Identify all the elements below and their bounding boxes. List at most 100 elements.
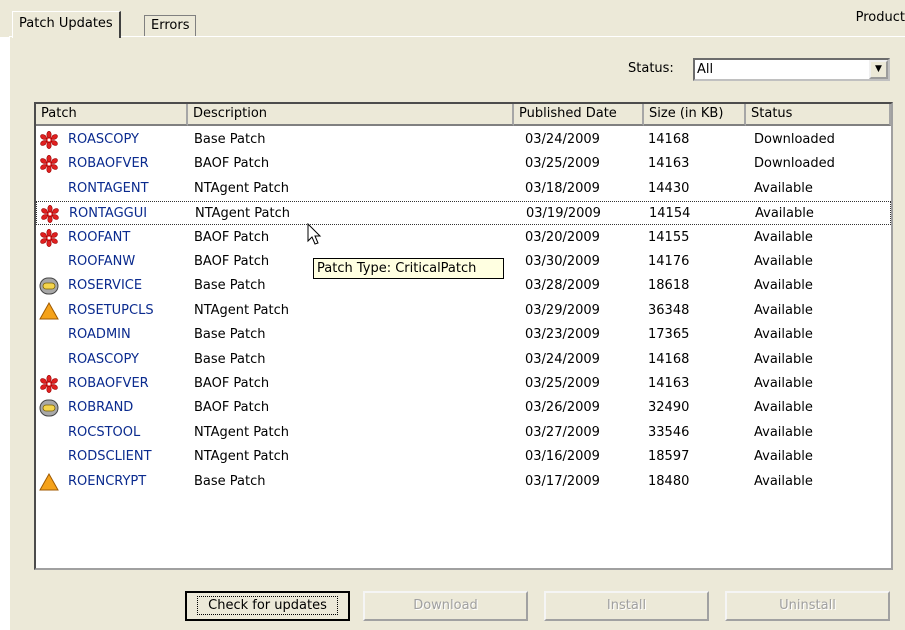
patch-list[interactable]: Patch Description Published Date Size (i… <box>34 102 893 570</box>
description-cell: NTAgent Patch <box>194 180 289 196</box>
patch-name-cell: RODSCLIENT <box>68 449 152 465</box>
published-date-cell: 03/24/2009 <box>525 132 600 147</box>
column-header-description[interactable]: Description <box>188 104 514 126</box>
patch-name-cell: ROOFANT <box>68 229 131 245</box>
table-row[interactable]: ROBAOFVER BAOF Patch 03/25/2009 14163 Downlo… <box>36 152 891 176</box>
patch-name-cell: ROCSTOOL <box>68 424 141 440</box>
published-date-cell: 03/16/2009 <box>525 449 600 465</box>
status-cell: Available <box>754 400 813 416</box>
column-header-patch[interactable]: Patch <box>36 104 188 126</box>
uninstall-button[interactable]: Uninstall <box>725 591 890 621</box>
description-cell: BAOF Patch <box>194 156 270 172</box>
critical-icon <box>39 130 59 150</box>
patch-name-cell: ROBAOFVER <box>68 156 149 172</box>
size-cell: 18597 <box>648 449 690 465</box>
description-cell: Base Patch <box>194 473 266 489</box>
table-row[interactable]: RONTAGGUI NTAgent Patch 03/19/2009 14154 Ava… <box>36 201 891 226</box>
size-cell: 36348 <box>648 302 690 318</box>
patch-type-tooltip: Patch Type: CriticalPatch <box>313 258 504 279</box>
chevron-down-icon[interactable]: ▼ <box>869 60 888 79</box>
column-header-status[interactable]: Status <box>746 104 891 126</box>
patch-name-cell: ROSERVICE <box>68 278 143 294</box>
status-cell: Available <box>754 229 813 245</box>
table-row[interactable]: RONTAGENT NTAgent Patch 03/18/2009 14430 Ava… <box>36 177 891 201</box>
patch-name-cell: ROBRAND <box>68 400 134 416</box>
patch-name-cell: ROADMIN <box>68 327 131 343</box>
status-cell: Available <box>754 473 813 489</box>
size-cell: 18618 <box>648 278 690 294</box>
warning-icon <box>39 301 59 320</box>
patch-name-cell: ROSETUPCLS <box>68 302 154 318</box>
product-label: Product <box>855 10 905 25</box>
status-filter-label: Status: <box>628 61 674 76</box>
status-cell: Available <box>754 424 813 440</box>
critical-icon <box>39 155 59 174</box>
description-cell: BAOF Patch <box>194 376 270 391</box>
table-row[interactable]: ROCSTOOL NTAgent Patch 03/27/2009 33546 Avai… <box>36 421 891 445</box>
patch-name-cell: ROOFANW <box>68 254 136 269</box>
optional-icon <box>39 277 59 295</box>
table-row[interactable]: ROENCRYPT Base Patch 03/17/2009 18480 Availa… <box>36 470 891 494</box>
table-row[interactable]: ROOFANT BAOF Patch 03/20/2009 14155 Availabl… <box>36 226 891 250</box>
patch-name-cell: ROENCRYPT <box>68 473 147 489</box>
description-cell: NTAgent Patch <box>194 302 289 318</box>
size-cell: 14168 <box>648 351 690 367</box>
status-cell: Available <box>754 180 813 196</box>
mouse-pointer-icon <box>307 223 322 245</box>
size-cell: 14430 <box>648 180 690 196</box>
column-header-published-date[interactable]: Published Date <box>514 104 644 126</box>
description-cell: NTAgent Patch <box>194 424 289 440</box>
size-cell: 14163 <box>648 156 690 172</box>
status-cell: Available <box>754 449 813 465</box>
description-cell: Base Patch <box>194 278 266 294</box>
status-cell: Available <box>754 376 813 391</box>
status-cell: Available <box>755 206 814 222</box>
table-row[interactable]: ROASCOPY Base Patch 03/24/2009 14168 Downloa… <box>36 128 891 152</box>
patch-name-cell: RONTAGGUI <box>69 206 148 222</box>
table-row[interactable]: ROBAOFVER BAOF Patch 03/25/2009 14163 Availa… <box>36 372 891 396</box>
patch-name-cell: ROASCOPY <box>68 351 139 367</box>
size-cell: 14154 <box>649 206 691 222</box>
tab-patch-updates[interactable]: Patch Updates <box>12 11 121 38</box>
description-cell: NTAgent Patch <box>194 449 289 465</box>
download-button[interactable]: Download <box>363 591 528 621</box>
size-cell: 17365 <box>648 327 690 343</box>
tab-strip <box>0 0 905 37</box>
table-row[interactable]: ROSETUPCLS NTAgent Patch 03/29/2009 36348 Av… <box>36 299 891 323</box>
critical-icon <box>39 228 59 247</box>
critical-icon <box>39 374 59 394</box>
table-row[interactable]: ROBRAND BAOF Patch 03/26/2009 32490 Availabl… <box>36 396 891 420</box>
published-date-cell: 03/30/2009 <box>525 254 600 269</box>
published-date-cell: 03/24/2009 <box>525 351 600 367</box>
check-for-updates-button[interactable]: Check for updates <box>185 591 350 621</box>
status-cell: Available <box>754 302 813 318</box>
published-date-cell: 03/27/2009 <box>525 424 600 440</box>
table-row[interactable]: ROADMIN Base Patch 03/23/2009 17365 Availabl… <box>36 323 891 347</box>
published-date-cell: 03/18/2009 <box>525 180 600 196</box>
published-date-cell: 03/17/2009 <box>525 473 600 489</box>
column-header-size[interactable]: Size (in KB) <box>644 104 746 126</box>
description-cell: Base Patch <box>194 351 266 367</box>
published-date-cell: 03/25/2009 <box>525 376 600 391</box>
status-filter-select[interactable]: All ▼ <box>693 58 890 81</box>
install-button[interactable]: Install <box>544 591 709 621</box>
published-date-cell: 03/19/2009 <box>526 206 601 222</box>
patch-name-cell: ROBAOFVER <box>68 376 149 391</box>
size-cell: 18480 <box>648 473 690 489</box>
status-cell: Available <box>754 278 813 294</box>
description-cell: BAOF Patch <box>194 254 270 269</box>
status-cell: Available <box>754 254 813 269</box>
tab-errors[interactable]: Errors <box>144 15 197 36</box>
optional-icon <box>39 399 59 417</box>
published-date-cell: 03/20/2009 <box>525 229 600 245</box>
description-cell: BAOF Patch <box>194 400 270 416</box>
status-cell: Available <box>754 351 813 367</box>
published-date-cell: 03/28/2009 <box>525 278 600 294</box>
size-cell: 14155 <box>648 229 690 245</box>
patch-name-cell: RONTAGENT <box>68 180 149 196</box>
table-row[interactable]: ROASCOPY Base Patch 03/24/2009 14168 Availab… <box>36 348 891 372</box>
size-cell: 33546 <box>648 424 690 440</box>
critical-icon <box>40 205 60 224</box>
description-cell: Base Patch <box>194 132 266 147</box>
table-row[interactable]: RODSCLIENT NTAgent Patch 03/16/2009 18597 Av… <box>36 445 891 469</box>
